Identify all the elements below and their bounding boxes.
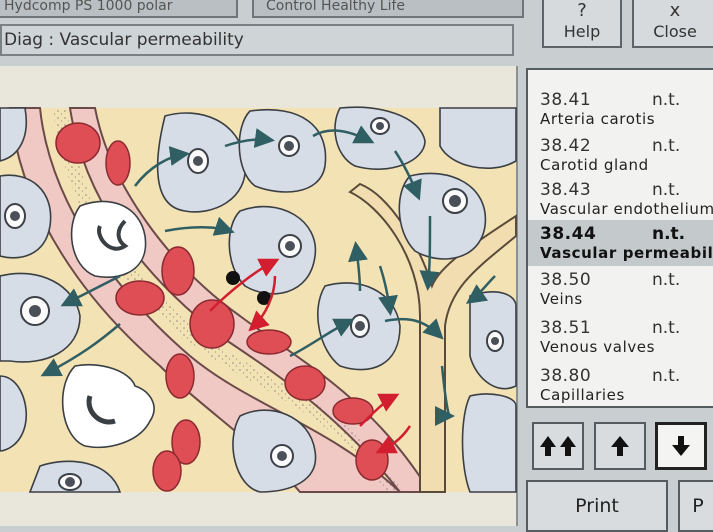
page-up-button[interactable] xyxy=(594,422,646,470)
page-title: Diag : Vascular permeability xyxy=(0,24,514,56)
tab-hydcomp[interactable]: Hydcomp PS 1000 polar xyxy=(0,0,238,18)
first-page-button[interactable] xyxy=(532,422,584,470)
list-item[interactable]: 38.50 n.t. Veins xyxy=(528,266,713,312)
list-item-selected[interactable]: 38.44 n.t. Vascular permeability xyxy=(528,220,713,266)
list-item[interactable]: 38.51 n.t. Venous valves xyxy=(528,314,713,360)
illustration-panel xyxy=(0,66,518,526)
question-icon: ? xyxy=(577,0,587,21)
vascular-permeability-illustration xyxy=(0,106,517,496)
help-button[interactable]: ? Help xyxy=(542,0,622,48)
double-up-arrow-icon xyxy=(540,436,576,456)
list-item[interactable]: 38.41 n.t. Arteria carotis xyxy=(528,86,713,132)
diagnosis-list: 38.41 n.t. Arteria carotis 38.42 n.t. Ca… xyxy=(526,68,713,408)
down-arrow-icon xyxy=(672,436,690,456)
leukocyte xyxy=(70,200,147,278)
tab-control-healthy-life[interactable]: Control Healthy Life xyxy=(252,0,524,18)
page-down-button[interactable] xyxy=(655,422,707,470)
close-button[interactable]: x Close xyxy=(632,0,713,48)
up-arrow-icon xyxy=(611,436,629,456)
print-button[interactable]: Print xyxy=(526,480,668,532)
print-secondary-button[interactable]: P xyxy=(678,480,713,532)
list-item[interactable]: 38.43 n.t. Vascular endothelium xyxy=(528,176,713,222)
close-icon: x xyxy=(669,0,681,21)
list-item[interactable]: 38.42 n.t. Carotid gland xyxy=(528,132,713,178)
list-item[interactable]: 38.80 n.t. Capillaries xyxy=(528,362,713,406)
